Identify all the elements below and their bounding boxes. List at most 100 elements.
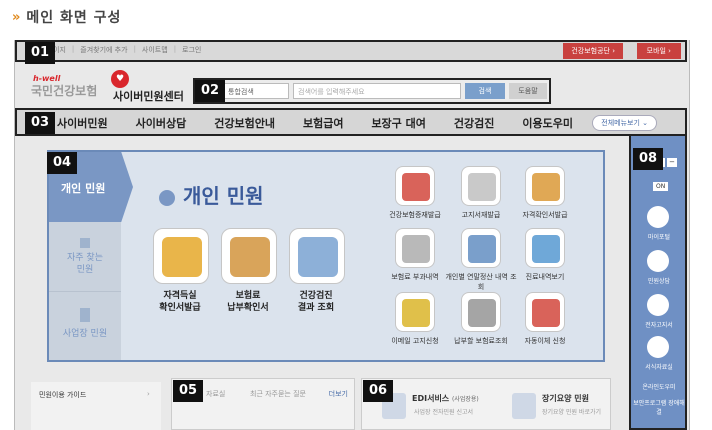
edi-title: EDI서비스 xyxy=(412,394,450,403)
label-qualification-cert: 자격확인서발급 xyxy=(522,211,568,219)
won-chart-icon xyxy=(468,299,496,327)
quick-consult[interactable]: 민원상담 xyxy=(631,276,687,285)
badge-03: 03 xyxy=(25,112,55,134)
main-content-panel: 개인 민원 자주 찾는 민원 사업장 민원 개인 민원 자격득실 확인서발급 보험… xyxy=(47,150,605,362)
chevron-right-icon: › xyxy=(147,390,150,398)
longterm-care-sub: 장기요양 민원 바로가기 xyxy=(542,409,602,416)
big-label-qualification: 자격득실 확인서발급 xyxy=(141,290,219,314)
big-icon-checkup[interactable] xyxy=(289,228,345,284)
top-link-favorite[interactable]: 즐겨찾기에 추가 xyxy=(80,45,127,55)
badge-01: 01 xyxy=(25,42,55,64)
quick-online-help[interactable]: 온라인도우미 xyxy=(631,382,687,391)
bottom-guide-list: 민원이용 가이드 › xyxy=(31,382,161,430)
separator: | xyxy=(133,45,136,53)
nav-item-cyber-consult[interactable]: 사이버상담 xyxy=(136,115,187,131)
tab-business[interactable]: 사업장 민원 xyxy=(49,294,121,358)
label-line: 결과 조회 xyxy=(297,303,335,313)
person-icon xyxy=(159,189,175,206)
top-link-sitemap[interactable]: 사이트맵 xyxy=(142,45,168,55)
chat-icon[interactable] xyxy=(647,250,669,272)
top-link-login[interactable]: 로그인 xyxy=(182,45,201,55)
nhis-button[interactable]: 건강보험공단 › xyxy=(563,43,623,59)
badge-06: 06 xyxy=(363,380,393,402)
label-premium-history: 보험료 부과내역 xyxy=(391,273,439,281)
icon-year-end[interactable] xyxy=(461,228,501,268)
service-panel: EDI서비스 (사업장용) 사업장 전자민원 신고서 장기요양 민원 장기요양 … xyxy=(361,378,611,430)
nav-item-cyber-minwon[interactable]: 사이버민원 xyxy=(57,115,108,131)
icon-email-notice[interactable] xyxy=(395,292,435,332)
nav-items: 사이버민원 사이버상담 건강보험안내 보험급여 보장구 대여 건강검진 이용도우… xyxy=(57,115,601,131)
big-label-premium: 보험료 납부확인서 xyxy=(209,290,287,314)
badge-02: 02 xyxy=(195,80,225,102)
search-area: 통합검색 검색어를 입력해주세요 검색 도움말 xyxy=(193,78,551,104)
quick-myportal[interactable]: 마이포털 xyxy=(631,232,687,241)
nav-item-checkup[interactable]: 건강검진 xyxy=(454,115,494,131)
badge-04: 04 xyxy=(47,152,77,174)
top-utility-bar: 이지 | 즐겨찾기에 추가 | 사이트맵 | 로그인 건강보험공단 › 모바일 › xyxy=(15,40,687,62)
site-logo[interactable]: h-well ♥ 국민건강보험 사이버민원센터 xyxy=(31,70,191,106)
tab-business-label: 사업장 민원 xyxy=(62,329,108,339)
tab-frequent-line2: 민원 xyxy=(76,265,94,275)
icon-qualification-cert[interactable] xyxy=(525,166,565,206)
search-input[interactable]: 검색어를 입력해주세요 xyxy=(293,83,461,99)
quick-forms[interactable]: 서식자료실 xyxy=(631,362,687,371)
icon-payable[interactable] xyxy=(461,292,501,332)
zoom-out-button[interactable]: − xyxy=(667,158,677,167)
icon-medical-history[interactable] xyxy=(525,228,565,268)
label-email-notice: 이메일 고지신청 xyxy=(391,337,439,345)
edi-sub: 사업장 전자민원 신고서 xyxy=(414,409,474,416)
label-line: 자격득실 xyxy=(163,291,197,301)
tab-frequent-line1: 자주 찾는 xyxy=(67,253,103,263)
quick-security[interactable]: 보안프로그램 장애해결 xyxy=(631,398,687,416)
guide-link[interactable]: 민원이용 가이드 xyxy=(39,390,86,400)
quick-ebill[interactable]: 전자고지서 xyxy=(631,320,687,329)
heart-icon: ♥ xyxy=(111,70,129,88)
bill-icon xyxy=(468,173,496,201)
section-title: 개인 민원 xyxy=(159,180,264,209)
tab-frequent[interactable]: 자주 찾는 민원 xyxy=(49,224,121,292)
page-heading: » 메인 화면 구성 xyxy=(12,6,121,28)
label-auto-transfer: 자동이체 신청 xyxy=(524,337,566,345)
badge-08: 08 xyxy=(633,148,663,170)
big-icon-qualification[interactable] xyxy=(153,228,209,284)
monitor-icon[interactable] xyxy=(647,206,669,228)
label-card-reissue: 건강보험증재발급 xyxy=(389,211,441,219)
more-link[interactable]: 더보기 xyxy=(329,389,348,399)
building-icon xyxy=(80,308,90,322)
nav-item-help[interactable]: 이용도우미 xyxy=(522,115,573,131)
edi-service[interactable]: EDI서비스 (사업장용) xyxy=(412,393,479,404)
longterm-care-icon xyxy=(512,393,536,419)
calculator-icon xyxy=(402,235,430,263)
icon-premium-history[interactable] xyxy=(395,228,435,268)
longterm-care-service[interactable]: 장기요양 민원 xyxy=(542,393,589,404)
search-scope-select[interactable]: 통합검색 xyxy=(223,83,289,99)
nav-item-insurance-guide[interactable]: 건강보험안내 xyxy=(214,115,275,131)
pen-icon[interactable] xyxy=(647,336,669,358)
label-line: 보험료 xyxy=(235,291,261,301)
icon-bill-reissue[interactable] xyxy=(461,166,501,206)
tab-archive[interactable]: 자료실 xyxy=(206,389,225,399)
refresh-icon xyxy=(532,299,560,327)
badge-05: 05 xyxy=(173,380,203,402)
help-button[interactable]: 도움말 xyxy=(509,83,547,99)
nav-item-device-rental[interactable]: 보장구 대여 xyxy=(371,115,425,131)
envelope-icon[interactable] xyxy=(647,294,669,316)
icon-auto-transfer[interactable] xyxy=(525,292,565,332)
search-button[interactable]: 검색 xyxy=(465,83,505,99)
chevron-icon: » xyxy=(12,9,21,25)
logo-org: 국민건강보험 xyxy=(31,84,98,98)
label-medical-history: 진료내역보기 xyxy=(525,273,565,281)
email-icon xyxy=(402,299,430,327)
all-menu-button[interactable]: 전체메뉴보기 ⌄ xyxy=(592,115,657,131)
zoom-reset-button[interactable]: ON xyxy=(653,182,669,191)
glasses-icon xyxy=(230,237,270,277)
clipboard-icon xyxy=(532,173,560,201)
frequent-icon xyxy=(80,238,90,248)
icon-card-reissue[interactable] xyxy=(395,166,435,206)
separator: | xyxy=(71,45,75,53)
tab-faq[interactable]: 최근 자주묻는 질문 xyxy=(250,389,306,399)
mobile-button[interactable]: 모바일 › xyxy=(636,43,681,59)
main-nav: 사이버민원 사이버상담 건강보험안내 보험급여 보장구 대여 건강검진 이용도우… xyxy=(15,108,687,136)
nav-item-benefits[interactable]: 보험급여 xyxy=(303,115,343,131)
big-icon-premium[interactable] xyxy=(221,228,277,284)
